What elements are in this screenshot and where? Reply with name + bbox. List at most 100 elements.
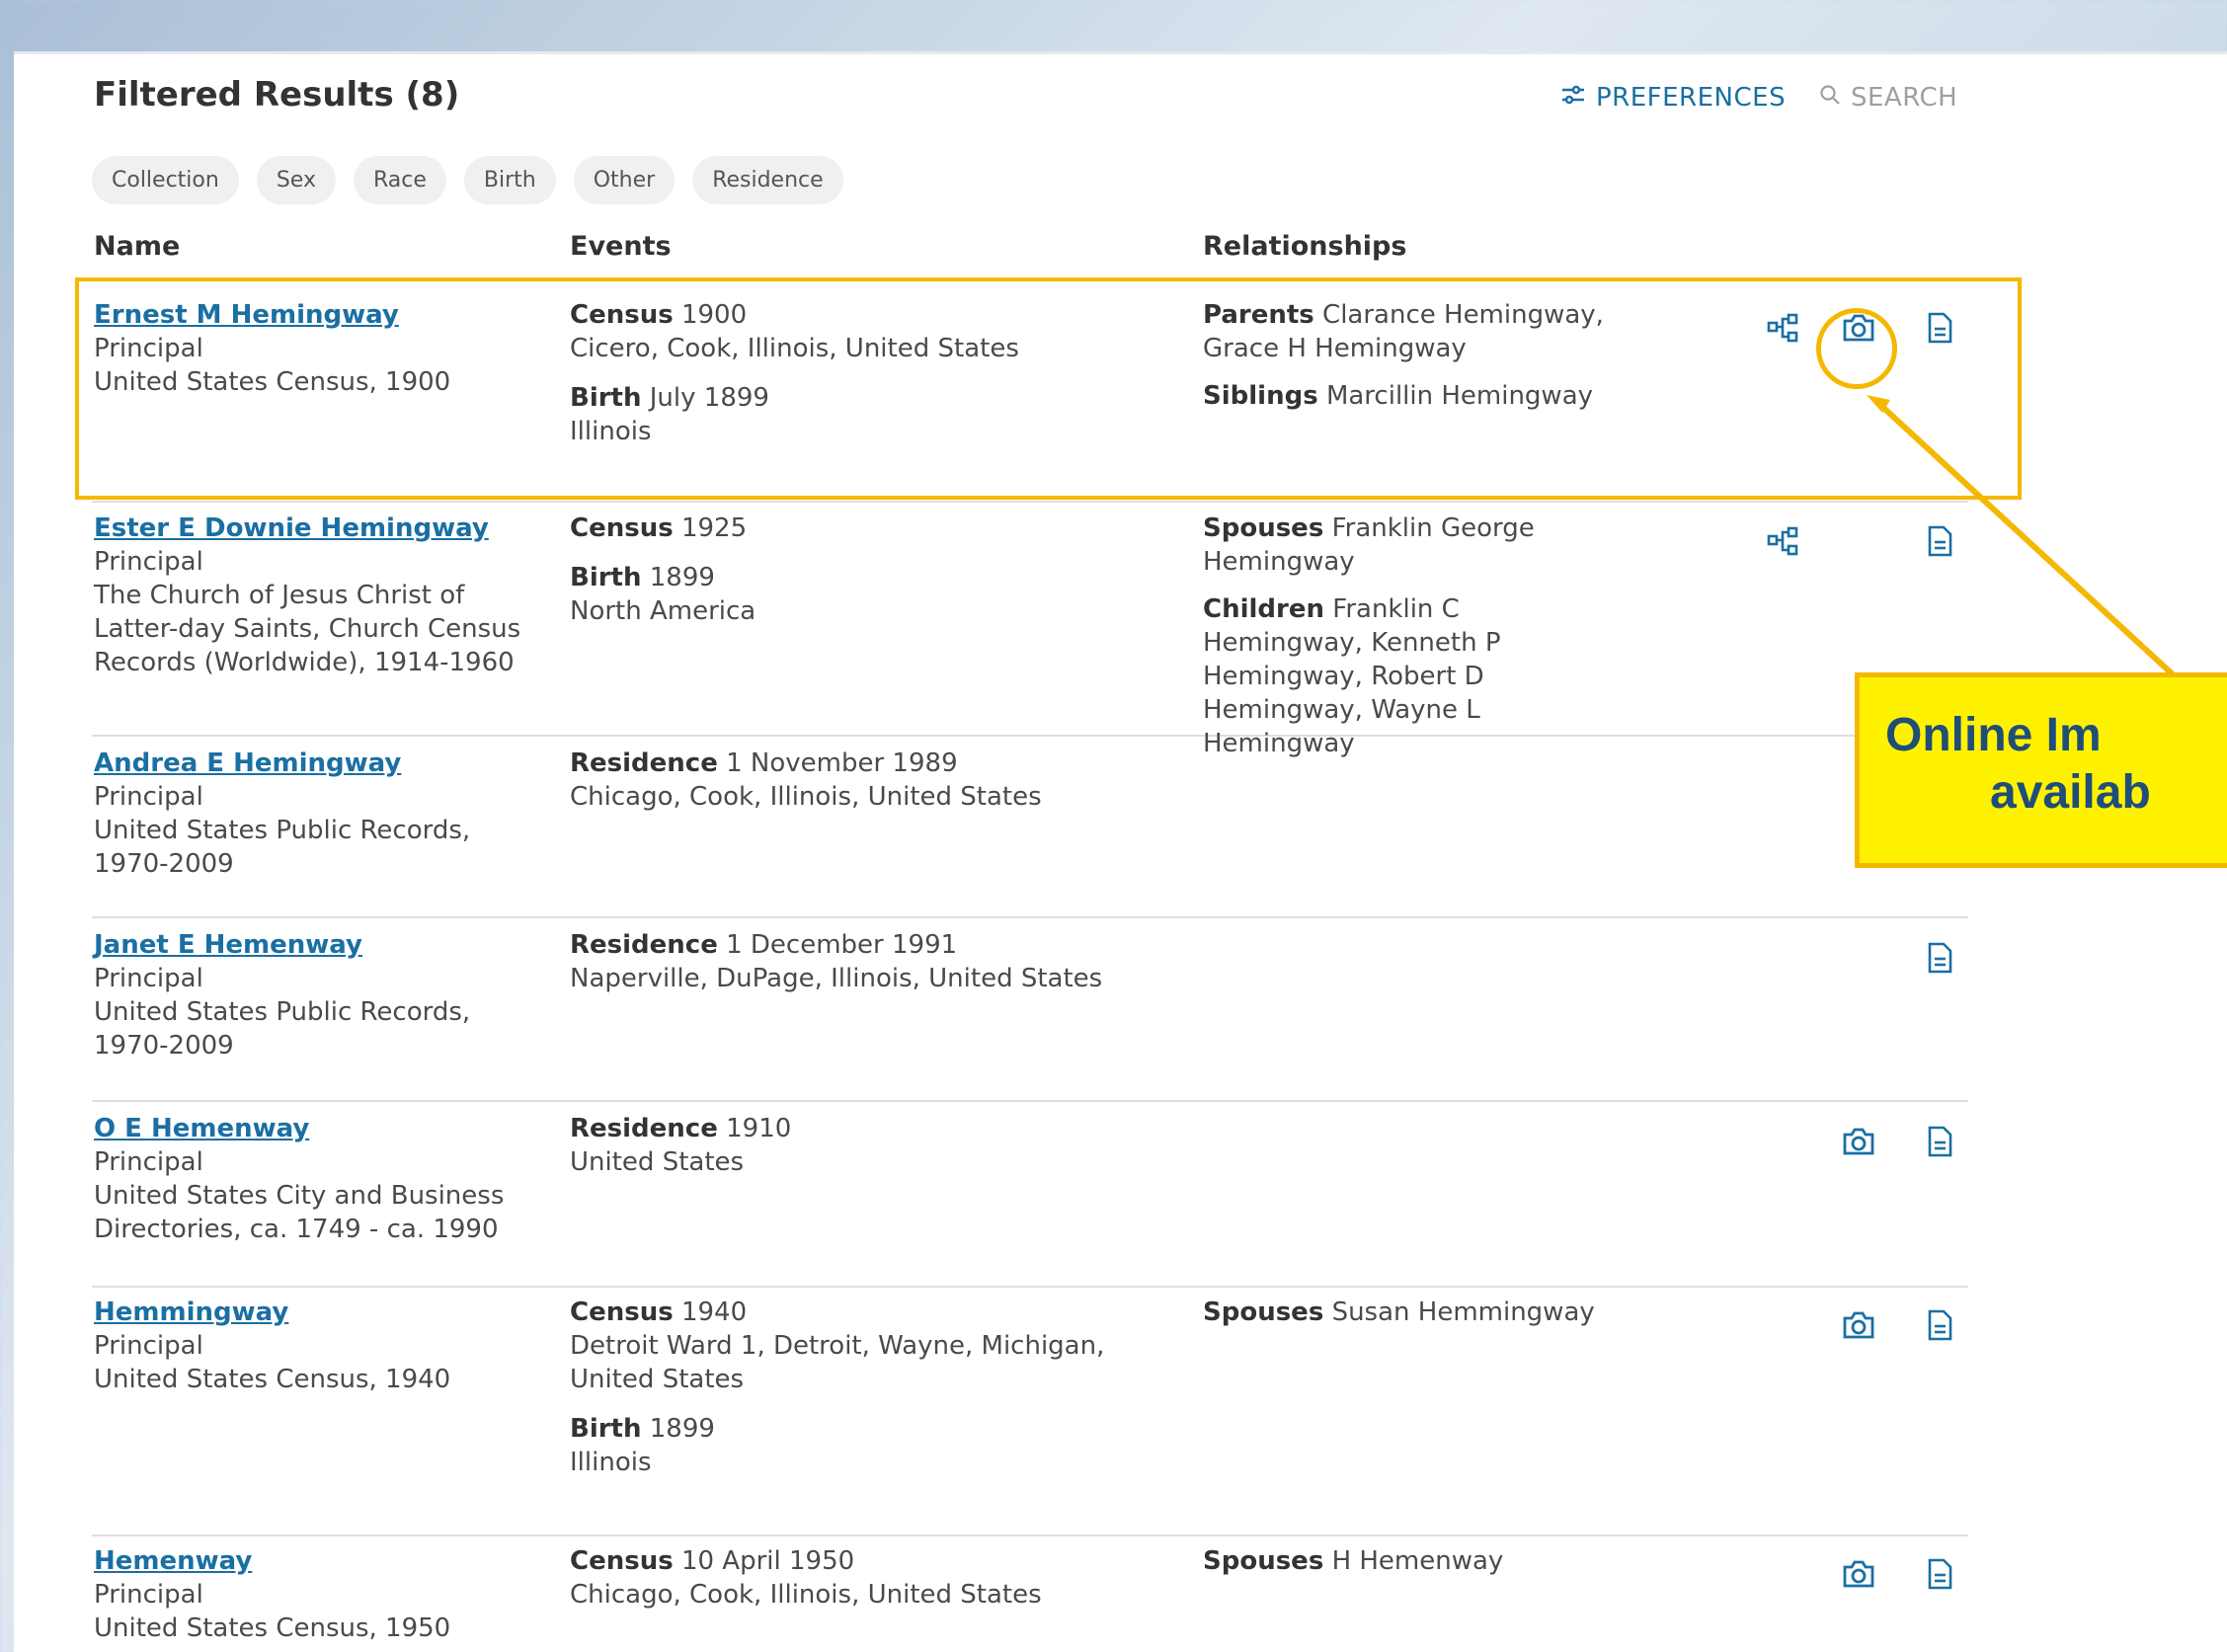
event-date: 1899 bbox=[649, 563, 715, 592]
person-name-link[interactable]: Hemenway bbox=[94, 1544, 538, 1578]
record-collection: United States City and Business Director… bbox=[94, 1181, 505, 1244]
table-row: O E Hemenway Principal United States City … bbox=[92, 1112, 1968, 1288]
event-type: Residence bbox=[570, 930, 718, 960]
table-row: Hemmingway Principal United States Census,… bbox=[92, 1296, 1968, 1536]
person-name-link[interactable]: Hemmingway bbox=[94, 1296, 538, 1329]
callout-arrow bbox=[1867, 395, 2176, 676]
relationship-entry: Children Franklin C Hemingway, Kenneth P… bbox=[1203, 592, 1628, 760]
document-icon[interactable] bbox=[1920, 938, 1959, 978]
event-entry: Residence 1 November 1989 Chicago, Cook, … bbox=[570, 747, 1172, 814]
event-entry: Birth 1899 Illinois bbox=[570, 1412, 1172, 1479]
event-date: 1 December 1991 bbox=[726, 930, 958, 960]
person-name-link[interactable]: Andrea E Hemingway bbox=[94, 747, 538, 780]
events-cell: Residence 1 November 1989 Chicago, Cook, … bbox=[570, 747, 1172, 829]
table-row: Andrea E Hemingway Principal United States… bbox=[92, 747, 1968, 918]
camera-icon[interactable] bbox=[1839, 1554, 1878, 1594]
record-collection: United States Public Records, 1970-2009 bbox=[94, 997, 471, 1061]
highlight-circle bbox=[1816, 308, 1897, 389]
camera-icon[interactable] bbox=[1839, 1305, 1878, 1345]
record-collection: United States Census, 1940 bbox=[94, 1365, 451, 1394]
search-icon bbox=[1819, 83, 1841, 113]
filter-chip-residence[interactable]: Residence bbox=[692, 156, 843, 204]
record-collection: The Church of Jesus Christ of Latter-day… bbox=[94, 581, 521, 677]
relationship-entry: Spouses H Hemenway bbox=[1203, 1544, 1628, 1578]
document-icon[interactable] bbox=[1920, 1122, 1959, 1161]
document-icon[interactable] bbox=[1920, 1554, 1959, 1594]
document-icon[interactable] bbox=[1920, 1305, 1959, 1345]
page-title: Filtered Results (8) bbox=[94, 75, 460, 115]
event-date: 10 April 1950 bbox=[680, 1546, 855, 1576]
event-entry: Census 1940 Detroit Ward 1, Detroit, Wayn… bbox=[570, 1296, 1172, 1396]
person-name-link[interactable]: Ester E Downie Hemingway bbox=[94, 511, 538, 545]
relationship-type: Spouses bbox=[1203, 1298, 1324, 1327]
person-role: Principal bbox=[94, 964, 203, 993]
event-type: Birth bbox=[570, 563, 642, 592]
events-cell: Census 1940 Detroit Ward 1, Detroit, Wayn… bbox=[570, 1296, 1172, 1495]
callout-line-1: Online Im bbox=[1885, 709, 2102, 761]
filter-chip-bar: Collection Sex Race Birth Other Residenc… bbox=[92, 156, 843, 204]
event-date: 1910 bbox=[726, 1114, 792, 1143]
events-cell: Residence 1 December 1991 Naperville, DuP… bbox=[570, 928, 1172, 1011]
table-row: Ester E Downie Hemingway Principal The Chu… bbox=[92, 511, 1968, 758]
person-role: Principal bbox=[94, 1147, 203, 1177]
event-entry: Census 10 April 1950 Chicago, Cook, Illin… bbox=[570, 1544, 1172, 1612]
relationships-cell: Spouses Franklin George Hemingway Childre… bbox=[1203, 511, 1628, 774]
table-row: Janet E Hemenway Principal United States P… bbox=[92, 928, 1968, 1102]
callout-line-2: availab bbox=[1990, 766, 2151, 819]
column-header-name: Name bbox=[94, 231, 181, 262]
callout-box: Online Im availab bbox=[1855, 672, 2227, 868]
person-role: Principal bbox=[94, 547, 203, 577]
event-date: 1940 bbox=[680, 1298, 748, 1327]
column-header-events: Events bbox=[570, 231, 672, 262]
relationship-names: Susan Hemmingway bbox=[1331, 1298, 1595, 1327]
events-cell: Census 10 April 1950 Chicago, Cook, Illin… bbox=[570, 1544, 1172, 1627]
highlight-box bbox=[75, 277, 2022, 500]
event-place: North America bbox=[570, 596, 756, 626]
event-type: Residence bbox=[570, 748, 718, 778]
event-entry: Residence 1910 United States bbox=[570, 1112, 1172, 1179]
event-place: Chicago, Cook, Illinois, United States bbox=[570, 1580, 1042, 1610]
tree-icon[interactable] bbox=[1764, 521, 1803, 561]
person-role: Principal bbox=[94, 1331, 203, 1361]
event-place: Detroit Ward 1, Detroit, Wayne, Michigan… bbox=[570, 1331, 1105, 1394]
filter-chip-other[interactable]: Other bbox=[573, 156, 676, 204]
relationship-names: H Hemenway bbox=[1331, 1546, 1504, 1576]
event-type: Census bbox=[570, 1298, 674, 1327]
record-collection: United States Census, 1950 bbox=[94, 1613, 451, 1643]
relationship-entry: Spouses Susan Hemmingway bbox=[1203, 1296, 1628, 1329]
event-place: Illinois bbox=[570, 1448, 652, 1477]
filter-chip-sex[interactable]: Sex bbox=[256, 156, 336, 204]
event-place: Naperville, DuPage, Illinois, United Sta… bbox=[570, 964, 1103, 993]
event-type: Census bbox=[570, 513, 674, 543]
relationship-type: Children bbox=[1203, 594, 1324, 624]
name-cell: Hemenway Principal United States Census, 1… bbox=[94, 1544, 538, 1645]
search-button[interactable]: SEARCH bbox=[1819, 83, 1957, 113]
relationship-type: Spouses bbox=[1203, 1546, 1324, 1576]
relationships-cell: Spouses Susan Hemmingway bbox=[1203, 1296, 1628, 1343]
event-date: 1925 bbox=[680, 513, 748, 543]
name-cell: Ester E Downie Hemingway Principal The Chu… bbox=[94, 511, 538, 679]
column-header-relationships: Relationships bbox=[1203, 231, 1407, 262]
event-type: Birth bbox=[570, 1414, 642, 1444]
filter-chip-birth[interactable]: Birth bbox=[463, 156, 556, 204]
filter-chip-race[interactable]: Race bbox=[353, 156, 446, 204]
filter-chip-collection[interactable]: Collection bbox=[92, 156, 239, 204]
name-cell: Andrea E Hemingway Principal United States… bbox=[94, 747, 538, 881]
person-name-link[interactable]: O E Hemenway bbox=[94, 1112, 538, 1145]
search-label: SEARCH bbox=[1851, 83, 1958, 113]
event-date: 1 November 1989 bbox=[726, 748, 958, 778]
relationships-cell: Spouses H Hemenway bbox=[1203, 1544, 1628, 1592]
person-role: Principal bbox=[94, 1580, 203, 1610]
person-name-link[interactable]: Janet E Hemenway bbox=[94, 928, 538, 962]
camera-icon[interactable] bbox=[1839, 1122, 1878, 1161]
event-type: Residence bbox=[570, 1114, 718, 1143]
relationship-type: Spouses bbox=[1203, 513, 1324, 543]
event-place: United States bbox=[570, 1147, 745, 1177]
events-cell: Residence 1910 United States bbox=[570, 1112, 1172, 1195]
name-cell: O E Hemenway Principal United States City … bbox=[94, 1112, 538, 1246]
event-type: Census bbox=[570, 1546, 674, 1576]
record-collection: United States Public Records, 1970-2009 bbox=[94, 816, 471, 879]
sliders-icon bbox=[1560, 83, 1586, 113]
name-cell: Janet E Hemenway Principal United States P… bbox=[94, 928, 538, 1062]
preferences-button[interactable]: PREFERENCES bbox=[1560, 83, 1786, 113]
